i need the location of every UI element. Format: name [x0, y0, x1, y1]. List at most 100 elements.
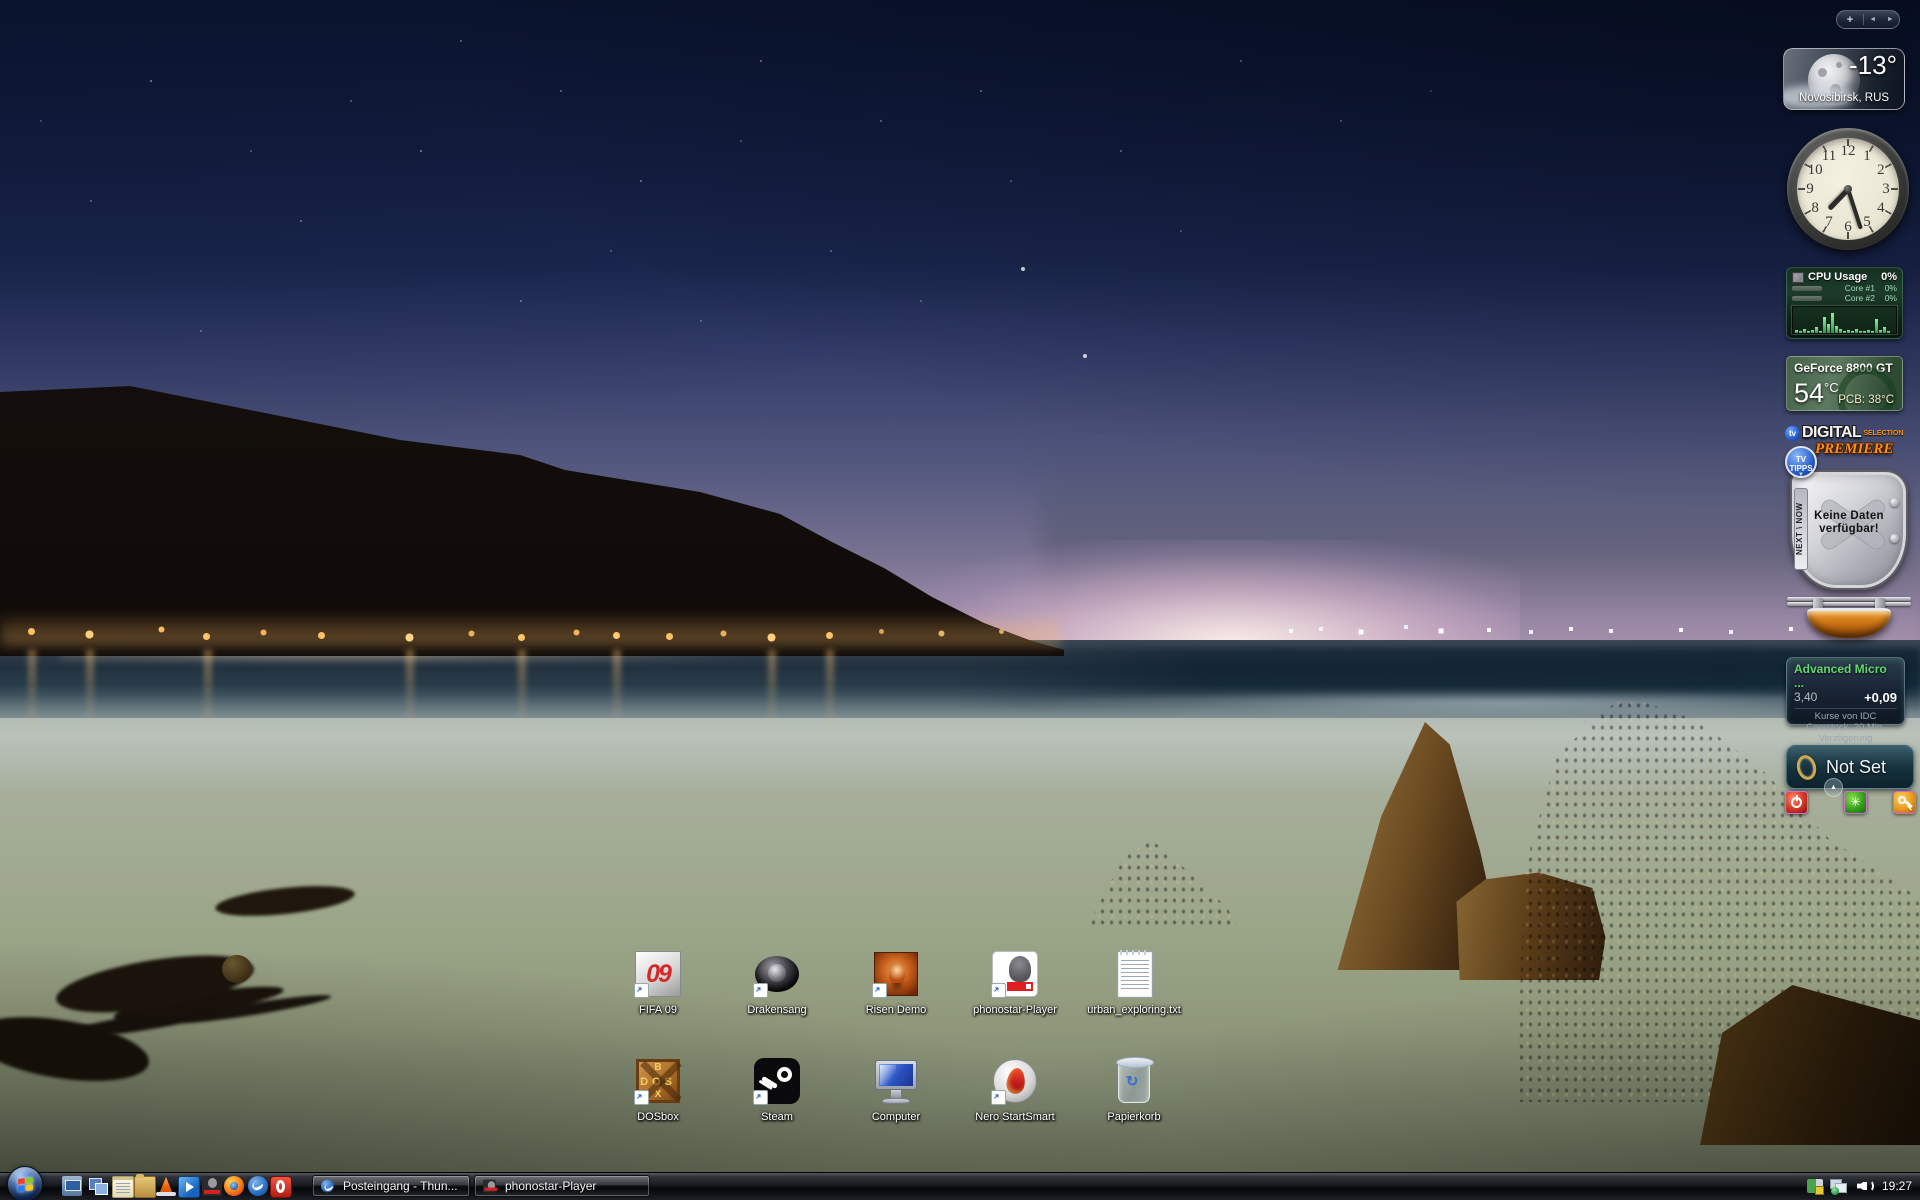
tv-program-gadget[interactable]: tv DIGITAL SELECTION PREMIERE TV TIPPS ▼… [1785, 424, 1913, 654]
light-reflection [406, 650, 414, 735]
light-reflection [518, 650, 526, 735]
tray-gadget-icon[interactable] [1807, 1179, 1823, 1193]
shortcut-arrow-icon [634, 983, 649, 998]
tv-tipps-badge[interactable]: TV TIPPS ▼ [1785, 446, 1817, 478]
cpu-title: CPU Usage [1808, 271, 1867, 283]
key-icon[interactable] [1893, 791, 1916, 814]
cpu-chip-icon [1792, 272, 1804, 283]
add-gadget-button[interactable]: + [1837, 14, 1863, 26]
quicklaunch-firefox-icon[interactable] [224, 1176, 244, 1196]
shortcut-arrow-icon [991, 1090, 1006, 1105]
quicklaunch-show-desktop-icon[interactable] [62, 1176, 82, 1196]
ring-icon [1794, 753, 1818, 782]
rivet-icon [1890, 498, 1899, 507]
core2-meter [1792, 296, 1822, 301]
text-file-icon [1117, 951, 1153, 998]
core2-label: Core #2 [1845, 293, 1875, 303]
light-reflection [768, 650, 776, 735]
weather-location: Novosibirsk, RUS [1784, 92, 1904, 104]
tv-brand-suffix: SELECTION [1863, 430, 1903, 437]
desktop-icon-fifa09[interactable]: 09 FIFA 09 [603, 950, 713, 1016]
tv-bowl [1807, 608, 1891, 638]
cpu-graph-bars [1792, 306, 1897, 334]
stock-footnote: Kurse von IDC Comstock, 20 Min. Verzöger… [1794, 711, 1897, 744]
quicklaunch-folder-icon[interactable] [134, 1176, 156, 1198]
weather-temperature: -13° [1849, 50, 1897, 81]
tray-clock[interactable]: 19:27 [1882, 1179, 1912, 1193]
core2-value: 0% [1875, 293, 1897, 303]
core1-meter [1792, 286, 1822, 291]
light-reflection [204, 650, 212, 735]
prev-page-button[interactable]: ◄ [1864, 16, 1882, 23]
stock-price: 3,40 [1794, 690, 1817, 705]
profile-gadget[interactable]: Not Set ▲ [1786, 745, 1914, 789]
system-tray: 19:27 [1807, 1172, 1912, 1200]
quicklaunch-media-player-icon[interactable] [178, 1176, 200, 1198]
desktop-icon-dosbox[interactable]: B DOS X DOSbox [603, 1057, 713, 1123]
profile-label: Not Set [1826, 757, 1886, 778]
tv-stand-bars [1787, 596, 1911, 607]
gadget-quick-icons: ✳ [1785, 791, 1917, 815]
taskbar-button-thunderbird[interactable]: Posteingang - Thun... [312, 1175, 470, 1197]
light-reflection [613, 650, 621, 735]
shortcut-arrow-icon [753, 983, 768, 998]
desktop-icon-papierkorb[interactable]: Papierkorb [1079, 1057, 1189, 1123]
power-icon[interactable] [1785, 791, 1808, 814]
tv-shield-panel: Keine Daten verfügbar! NEXT \ NOW [1790, 470, 1908, 590]
tv-no-data-message: Keine Daten verfügbar! [1792, 510, 1906, 536]
quicklaunch-phonostar-icon[interactable] [202, 1176, 222, 1196]
weather-gadget[interactable]: -13° Novosibirsk, RUS [1783, 48, 1905, 110]
quicklaunch-opera-icon[interactable] [270, 1176, 292, 1198]
desktop-screen: + ◄ ► -13° Novosibirsk, RUS 12 1 2 3 4 5… [0, 0, 1920, 1200]
desktop-icon-computer[interactable]: Computer [841, 1057, 951, 1123]
recycle-bin-icon [1118, 1059, 1150, 1103]
core1-label: Core #1 [1845, 283, 1875, 293]
shortcut-arrow-icon [872, 983, 887, 998]
quicklaunch-switch-windows-icon[interactable] [88, 1176, 108, 1196]
desktop-icon-urban-exploring-txt[interactable]: urban_exploring.txt [1079, 950, 1189, 1016]
core1-value: 0% [1875, 283, 1897, 293]
windows-flag-icon [18, 1177, 34, 1193]
quicklaunch-vlc-icon[interactable] [156, 1176, 176, 1196]
computer-icon [872, 1057, 920, 1105]
desktop-icon-phonostar[interactable]: phonostar-Player [960, 950, 1070, 1016]
desktop-icon-drakensang[interactable]: Drakensang [722, 950, 832, 1016]
rivet-icon [1890, 534, 1899, 543]
quicklaunch-notepad-icon[interactable] [112, 1176, 134, 1198]
city-lights-glow [0, 612, 1060, 646]
stock-name[interactable]: Advanced Micro ... [1794, 662, 1897, 690]
tv-next-now-tab[interactable]: NEXT \ NOW [1794, 488, 1808, 570]
volume-icon[interactable] [1857, 1178, 1875, 1194]
tv-logo-icon: tv [1785, 426, 1800, 441]
phonostar-icon [483, 1180, 496, 1193]
desktop-icon-nero-startsmart[interactable]: Nero StartSmart [960, 1057, 1070, 1123]
start-button[interactable] [7, 1166, 43, 1200]
clock-center-cap [1844, 185, 1852, 193]
divider [1794, 708, 1897, 709]
stock-ticker-gadget[interactable]: Advanced Micro ... 3,40 +0,09 Kurse von … [1786, 657, 1905, 725]
taskbar-button-phonostar[interactable]: phonostar-Player [474, 1175, 650, 1197]
next-page-button[interactable]: ► [1882, 16, 1900, 23]
desktop-icon-steam[interactable]: Steam [722, 1057, 832, 1123]
light-reflection [826, 650, 834, 735]
shortcut-arrow-icon [634, 1090, 649, 1105]
tv-brand: DIGITAL [1802, 424, 1861, 442]
quicklaunch-thunderbird-icon[interactable] [248, 1176, 268, 1196]
light-reflection [86, 650, 94, 735]
shortcut-arrow-icon [753, 1090, 768, 1105]
refresh-icon[interactable]: ✳ [1844, 791, 1867, 814]
network-icon[interactable] [1830, 1178, 1850, 1194]
sidebar-controls[interactable]: + ◄ ► [1836, 10, 1900, 29]
cpu-total-value: 0% [1881, 271, 1897, 283]
desktop-icon-risen-demo[interactable]: Risen Demo [841, 950, 951, 1016]
kelp-bulb [222, 955, 252, 983]
gpu-temperature-gadget[interactable]: GeForce 8800 GT 54°C PCB: 38°C [1786, 356, 1903, 411]
shortcut-arrow-icon [991, 983, 1006, 998]
tv-edition: PREMIERE [1815, 441, 1913, 458]
cpu-usage-gadget[interactable]: CPU Usage 0% Core #1 0% Core #2 0% [1786, 267, 1903, 339]
stock-change: +0,09 [1864, 690, 1897, 705]
light-reflection [28, 650, 36, 735]
clock-gadget[interactable]: 12 1 2 3 4 5 6 7 8 9 10 11 [1787, 128, 1909, 250]
chevron-down-icon: ▼ [1787, 473, 1815, 478]
gpu-pcb-temperature: PCB: 38°C [1838, 394, 1894, 406]
